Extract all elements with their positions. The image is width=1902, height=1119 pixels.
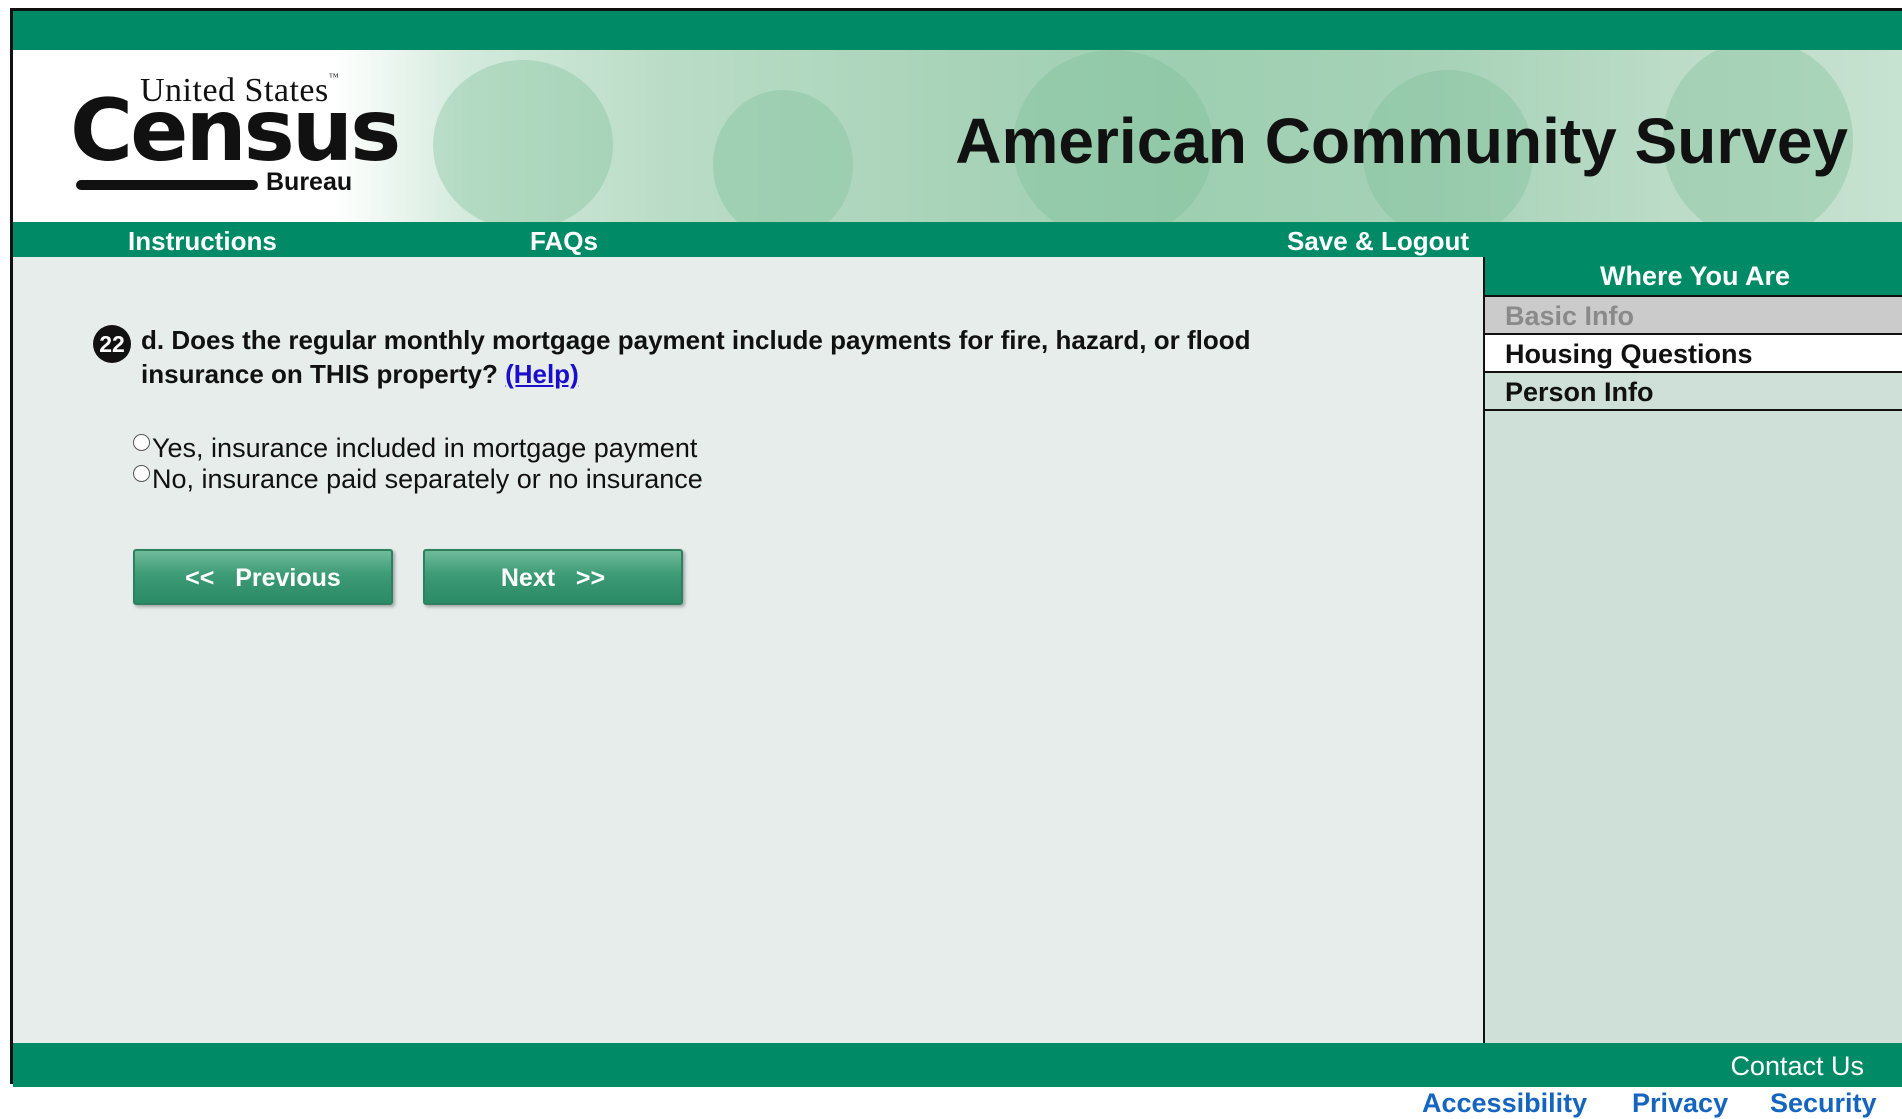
radio-button[interactable] bbox=[133, 465, 150, 482]
banner-photo-shape bbox=[433, 60, 613, 222]
nav-save-logout-link[interactable]: Save & Logout bbox=[1287, 226, 1469, 257]
question-panel: 22 d. Does the regular monthly mortgage … bbox=[13, 257, 1483, 1043]
footer-bar: Contact Us bbox=[13, 1043, 1902, 1087]
sidebar-item-basic-info: Basic Info bbox=[1485, 297, 1902, 335]
sidebar-item-person-info[interactable]: Person Info bbox=[1485, 373, 1902, 411]
sidebar-item-housing-questions[interactable]: Housing Questions bbox=[1485, 335, 1902, 373]
progress-sidebar: Where You Are Basic Info Housing Questio… bbox=[1483, 257, 1902, 1043]
logo-bureau: Bureau bbox=[266, 168, 353, 196]
question-text: d. Does the regular monthly mortgage pay… bbox=[141, 323, 1321, 391]
question-number-badge: 22 bbox=[93, 325, 131, 363]
question-prompt: d. Does the regular monthly mortgage pay… bbox=[141, 325, 1251, 389]
sidebar-heading: Where You Are bbox=[1485, 257, 1902, 297]
banner-photo-shape bbox=[713, 90, 853, 222]
logo-underline bbox=[76, 180, 258, 190]
option-label: Yes, insurance included in mortgage paym… bbox=[152, 433, 698, 463]
header-banner: United States™ Census Bureau American Co… bbox=[13, 50, 1902, 222]
option-no[interactable]: No, insurance paid separately or no insu… bbox=[133, 464, 703, 495]
contact-us-link[interactable]: Contact Us bbox=[1730, 1051, 1864, 1082]
nav-faqs-link[interactable]: FAQs bbox=[530, 226, 598, 257]
next-button[interactable]: Next >> bbox=[423, 549, 683, 605]
page-title: American Community Survey bbox=[955, 105, 1848, 177]
logo-census-wordmark: Census bbox=[70, 81, 401, 181]
top-accent-bar bbox=[13, 11, 1902, 50]
option-label: No, insurance paid separately or no insu… bbox=[152, 464, 703, 494]
privacy-link[interactable]: Privacy bbox=[1632, 1088, 1728, 1119]
security-link[interactable]: Security bbox=[1770, 1088, 1877, 1119]
nav-bar: Instructions FAQs Save & Logout bbox=[13, 222, 1902, 257]
option-yes[interactable]: Yes, insurance included in mortgage paym… bbox=[133, 433, 697, 464]
accessibility-link[interactable]: Accessibility bbox=[1422, 1088, 1587, 1119]
census-logo: United States™ Census Bureau bbox=[70, 72, 401, 197]
nav-instructions-link[interactable]: Instructions bbox=[128, 226, 277, 257]
help-link[interactable]: (Help) bbox=[505, 359, 579, 389]
radio-button[interactable] bbox=[133, 434, 150, 451]
page-frame: United States™ Census Bureau American Co… bbox=[10, 8, 1902, 1087]
previous-button[interactable]: << Previous bbox=[133, 549, 393, 605]
